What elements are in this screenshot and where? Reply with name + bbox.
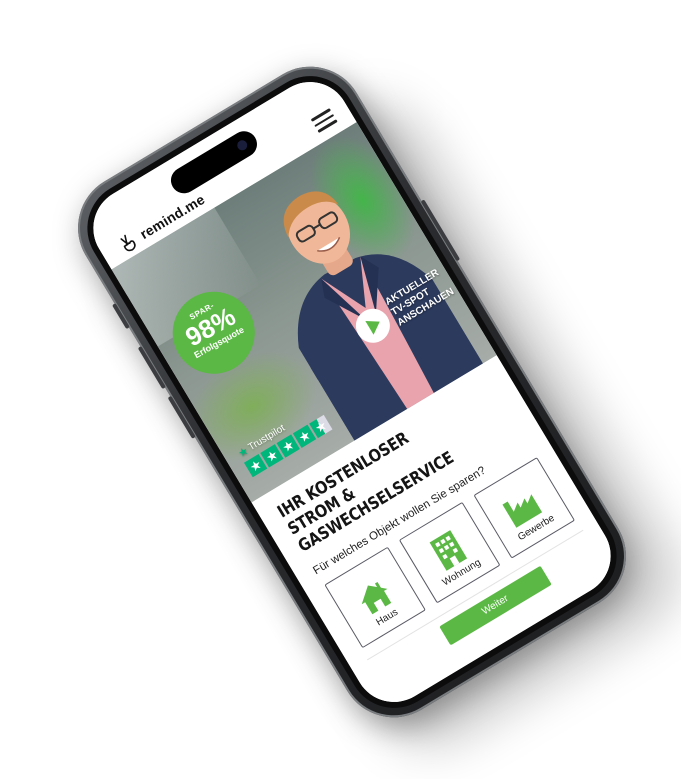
stage: remind.me SPAR- 98% Erfolgsquote AKTUELL… (0, 0, 681, 779)
fingers-crossed-logo-icon (120, 234, 136, 252)
hamburger-menu-icon[interactable] (310, 108, 338, 133)
front-camera-icon (235, 138, 250, 153)
